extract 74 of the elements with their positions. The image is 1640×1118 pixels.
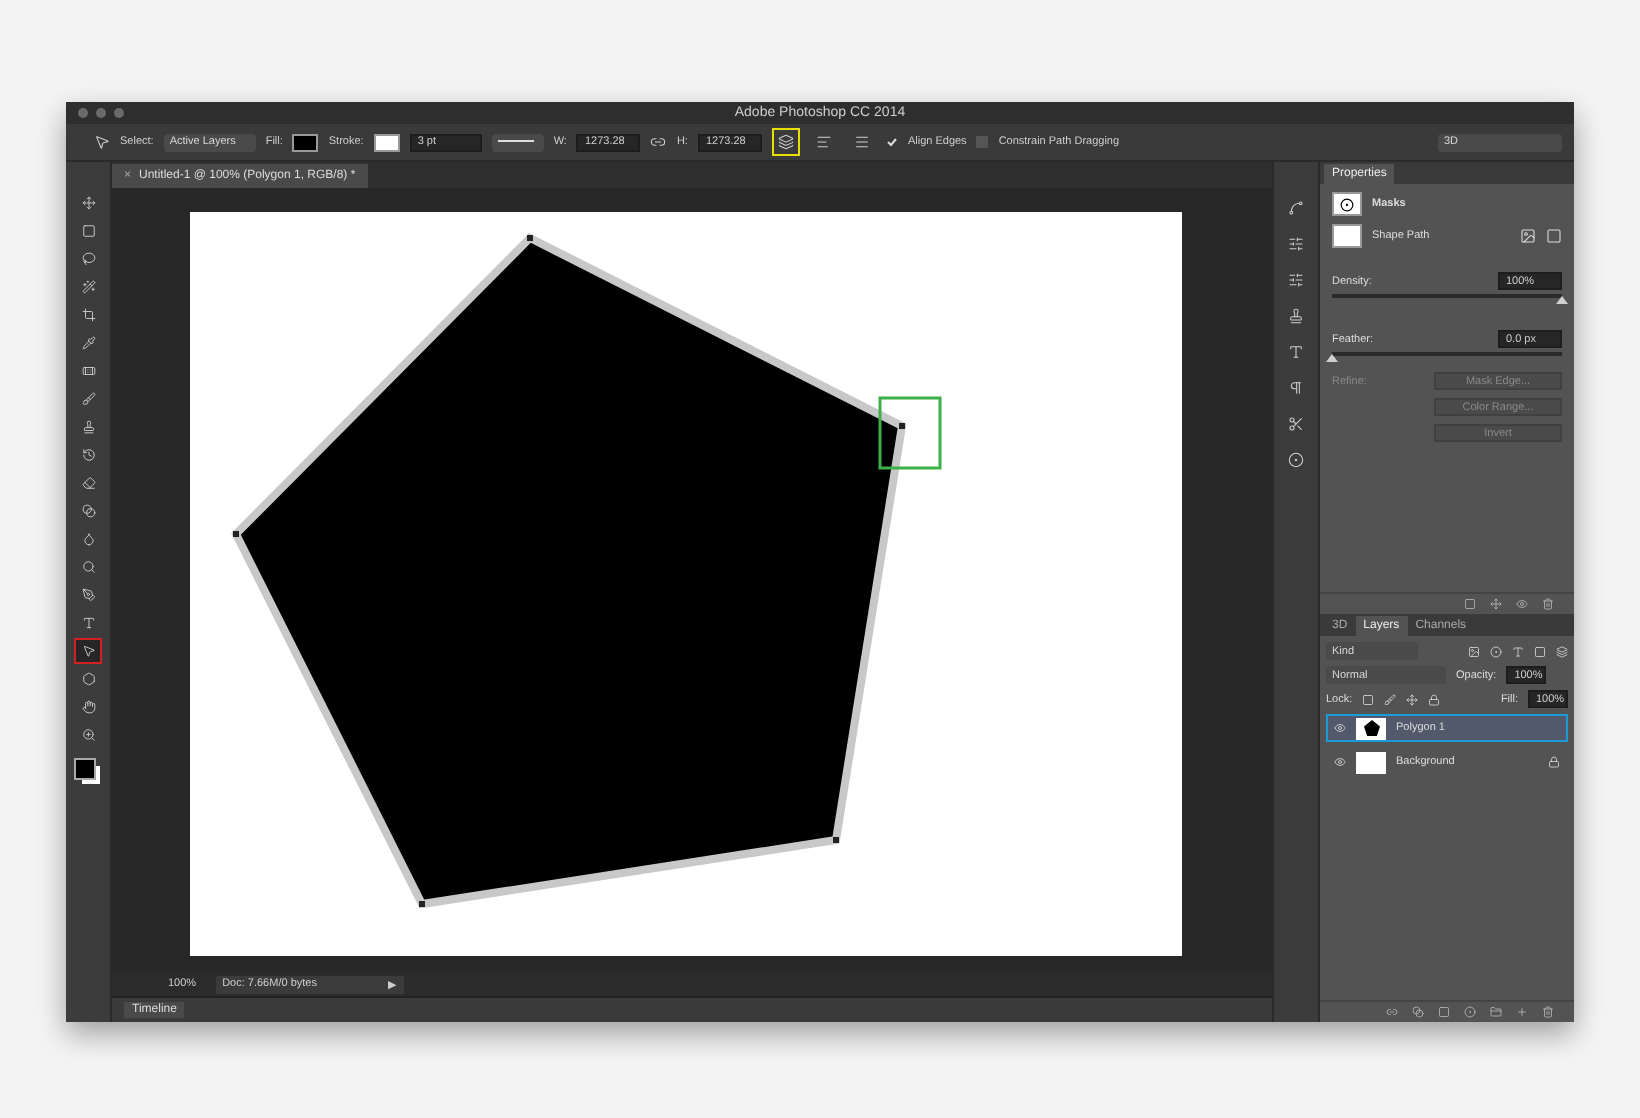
visibility-icon: [1516, 598, 1528, 610]
stamp-icon: [81, 420, 95, 434]
panel-icon: [1288, 452, 1304, 468]
slider-thumb[interactable]: [1556, 296, 1568, 304]
align-edges-checkbox[interactable]: [885, 136, 898, 148]
effects-icon: [1412, 1006, 1424, 1018]
eyedropper-icon: [81, 336, 95, 350]
vector-mask-icon: [1546, 228, 1562, 244]
constrain-checkbox[interactable]: [976, 136, 989, 148]
mask-add-icon: [1520, 228, 1536, 244]
layer-thumbnail: [1356, 751, 1386, 773]
drop-icon: [81, 532, 95, 546]
panel-icon: [1288, 344, 1304, 360]
lock-icon: [1428, 693, 1441, 705]
lasso-icon: [81, 252, 95, 266]
align-icon: [815, 134, 832, 150]
stroke-type-dropdown[interactable]: [491, 133, 544, 151]
layers-icon: [1556, 645, 1568, 657]
dodge-icon: [81, 560, 95, 574]
panel-icon: [1288, 416, 1304, 432]
crop-icon: [81, 308, 95, 322]
adjustment-icon: [1464, 1006, 1476, 1018]
folder-icon: [1490, 1006, 1502, 1018]
circle-icon: [1490, 645, 1502, 657]
path-operations-button[interactable]: [771, 128, 800, 156]
move-icon: [1490, 598, 1502, 610]
type-icon: [81, 616, 95, 630]
brush-icon: [1384, 693, 1397, 705]
fill-swatch[interactable]: [292, 133, 319, 151]
shape-thumbnail: [1332, 224, 1362, 248]
lock-pixels-icon: [1362, 693, 1375, 705]
history-brush-icon: [81, 448, 95, 462]
zoom-icon: [81, 728, 95, 742]
layers-icon: [777, 134, 794, 150]
new-layer-icon: [1516, 1006, 1528, 1018]
move-icon: [81, 196, 95, 210]
pentagon-icon: [1363, 720, 1379, 736]
image-icon: [1468, 645, 1480, 657]
selection-icon: [1464, 598, 1476, 610]
pointer-icon: [94, 134, 110, 150]
link-icon: [650, 134, 667, 150]
delete-icon: [1542, 598, 1554, 610]
panel-icon: [1288, 380, 1304, 396]
panel-icon: [1288, 200, 1304, 216]
line-icon: [497, 140, 534, 144]
stroke-swatch[interactable]: [373, 133, 400, 151]
pointer-icon: [81, 644, 95, 658]
brush-icon: [81, 392, 95, 406]
type-icon: [1512, 645, 1524, 657]
eraser-icon: [81, 476, 95, 490]
stack-icon: [853, 134, 870, 150]
wand-icon: [81, 280, 95, 294]
panel-icon: [1288, 236, 1304, 252]
hand-icon: [81, 700, 95, 714]
tool-button[interactable]: [74, 638, 102, 664]
mask-icon: [1438, 1006, 1450, 1018]
move-icon: [1406, 693, 1419, 705]
link-icon: [1386, 1006, 1398, 1018]
visibility-icon: [1334, 756, 1346, 768]
highlight-frame: [878, 396, 942, 470]
check-icon: [885, 136, 898, 148]
panel-icon: [1288, 272, 1304, 288]
delete-icon: [1542, 1006, 1554, 1018]
shape-icon: [81, 672, 95, 686]
panel-icon: [1288, 308, 1304, 324]
mask-icon: [1332, 192, 1362, 216]
slider-thumb[interactable]: [1326, 354, 1338, 362]
marquee-icon: [81, 224, 95, 238]
pen-icon: [81, 588, 95, 602]
shape-icon: [1534, 645, 1546, 657]
visibility-icon: [1334, 722, 1346, 734]
color-swatches-drawing[interactable]: [74, 758, 102, 786]
bandage-icon: [81, 364, 95, 378]
gradient-icon: [81, 504, 95, 518]
